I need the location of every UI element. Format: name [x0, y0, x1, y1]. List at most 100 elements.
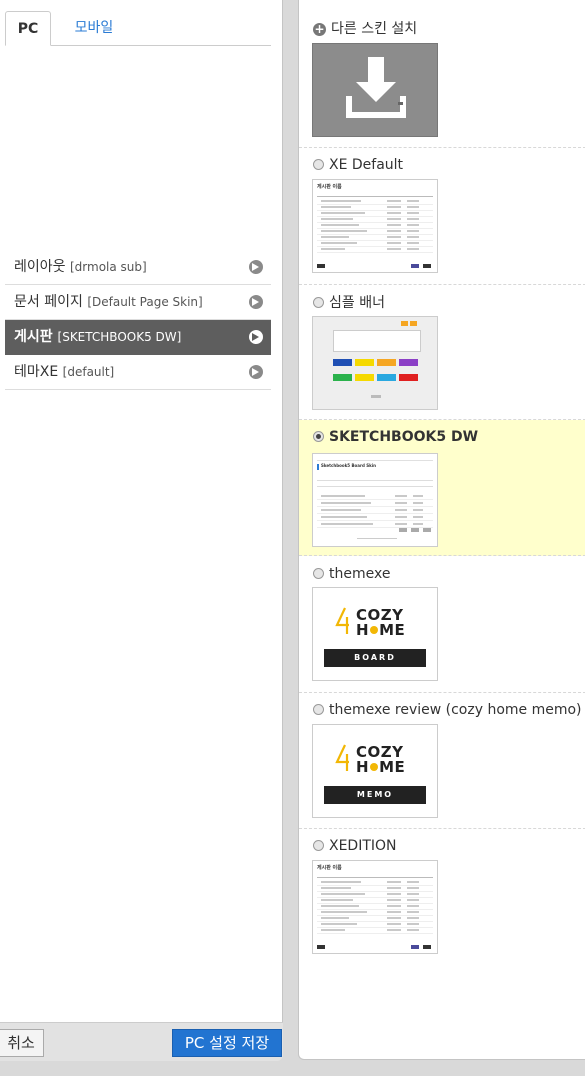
thumb-button [411, 528, 419, 532]
radio-button[interactable] [313, 159, 324, 170]
skin-option-xe-default[interactable]: XE Default 게시판 이름 [299, 148, 585, 285]
cozy-logo-icon [335, 607, 349, 634]
download-tray [346, 96, 406, 118]
radio-button[interactable] [313, 704, 324, 715]
skin-thumbnail[interactable]: COZY H ME BOARD [312, 587, 438, 681]
skin-thumbnail[interactable]: COZY H ME MEMO [312, 724, 438, 818]
menu-item-skin: [default] [62, 365, 115, 379]
thumb-cell [355, 374, 374, 381]
install-skin-link[interactable]: + 다른 스킨 설치 [313, 18, 417, 38]
tab-pc[interactable]: PC [5, 11, 51, 46]
cozy-bar: MEMO [324, 786, 426, 804]
skin-option-label-wrap[interactable]: XE Default [313, 157, 403, 173]
thumb-button [411, 945, 419, 949]
menu-item-themexe[interactable]: 테마XE [default] [5, 355, 271, 390]
cancel-button[interactable]: 취소 [0, 1029, 44, 1057]
skin-option-label-wrap[interactable]: 심플 배너 [313, 292, 385, 312]
radio-button[interactable] [313, 568, 324, 579]
arrow-right-icon [249, 295, 263, 309]
install-skin-row: + 다른 스킨 설치 [299, 0, 585, 148]
skin-category-panel: PC 모바일 레이아웃 [drmola sub] 문서 페이지 [Default… [0, 0, 283, 1061]
radio-button[interactable] [313, 297, 324, 308]
skin-option-sketchbook5[interactable]: SKETCHBOOK5 DW Sketchbook5 Board Skin [299, 420, 585, 556]
save-pc-settings-button[interactable]: PC 설정 저장 [172, 1029, 282, 1057]
thumb-row [317, 501, 433, 507]
thumb-cell [377, 374, 396, 381]
menu-item-label: 테마XE [14, 364, 59, 380]
cozy-logo-bottom: H ME [356, 760, 405, 775]
thumb-box [333, 330, 421, 352]
skin-option-themexe[interactable]: themexe COZY H ME BOARD [299, 556, 585, 693]
cozy-logo-dot [370, 626, 379, 634]
thumb-cell [333, 359, 352, 366]
thumb-line [317, 480, 433, 481]
radio-button-checked[interactable] [313, 431, 324, 442]
skin-name: 심플 배너 [329, 295, 385, 311]
thumb-button [317, 945, 325, 949]
skin-name: themexe review (cozy home memo) [329, 702, 582, 718]
download-tray-dot [398, 102, 403, 105]
thumb-line [317, 460, 433, 461]
skin-option-label-wrap[interactable]: XEDITION [313, 838, 397, 854]
cozy-logo-h: H [356, 758, 370, 776]
thumb-button [411, 264, 419, 268]
skin-name: SKETCHBOOK5 DW [329, 429, 479, 445]
device-tabs: PC 모바일 [5, 11, 271, 46]
menu-item-layout[interactable]: 레이아웃 [drmola sub] [5, 250, 271, 285]
panel-footer: 취소 PC 설정 저장 [0, 1022, 283, 1061]
skin-option-xedition[interactable]: XEDITION 게시판 이름 [299, 829, 585, 1059]
skin-list-panel: + 다른 스킨 설치 XE Default 게시판 이름 심플 배너 SKETC… [298, 0, 585, 1060]
thumb-board-title: 게시판 이름 [317, 865, 342, 871]
cozy-logo-icon [335, 744, 349, 771]
cozy-logo-bottom: H ME [356, 623, 405, 638]
thumb-line [317, 877, 433, 878]
menu-item-label: 문서 페이지 [14, 294, 83, 310]
install-skin-label: 다른 스킨 설치 [331, 21, 418, 37]
skin-thumbnail[interactable]: Sketchbook5 Board Skin [312, 453, 438, 547]
download-thumbnail[interactable] [312, 43, 438, 137]
thumb-cell [399, 359, 418, 366]
thumb-cell [377, 359, 396, 366]
skin-thumbnail[interactable]: 게시판 이름 [312, 860, 438, 954]
thumb-button [399, 528, 407, 532]
skin-option-simple-banner[interactable]: 심플 배너 [299, 285, 585, 420]
menu-item-label: 레이아웃 [14, 259, 66, 275]
thumb-row [317, 515, 433, 521]
cozy-logo-h: H [356, 621, 370, 639]
cozy-logo-dot [370, 763, 379, 771]
thumb-line [317, 196, 433, 197]
skin-name: XE Default [329, 157, 404, 173]
menu-item-skin: [Default Page Skin] [87, 295, 203, 309]
skin-thumbnail[interactable] [312, 316, 438, 410]
radio-button[interactable] [313, 840, 324, 851]
thumb-cell [333, 374, 352, 381]
skin-option-label-wrap[interactable]: themexe review (cozy home memo) [313, 702, 582, 718]
thumb-row [317, 928, 433, 934]
thumb-tag [410, 321, 417, 326]
module-menu: 레이아웃 [drmola sub] 문서 페이지 [Default Page S… [5, 250, 271, 390]
menu-item-page[interactable]: 문서 페이지 [Default Page Skin] [5, 285, 271, 320]
thumb-board-title: 게시판 이름 [317, 184, 342, 190]
cozy-bar: BOARD [324, 649, 426, 667]
thumb-line [317, 486, 433, 487]
thumb-cell [355, 359, 374, 366]
thumb-button [423, 945, 431, 949]
thumb-button [423, 528, 431, 532]
skin-option-label-wrap[interactable]: SKETCHBOOK5 DW [313, 429, 478, 445]
skin-thumbnail[interactable]: 게시판 이름 [312, 179, 438, 273]
thumb-row [317, 494, 433, 500]
skin-option-label-wrap[interactable]: themexe [313, 566, 390, 582]
menu-item-skin: [SKETCHBOOK5 DW] [57, 330, 182, 344]
thumb-button [317, 264, 325, 268]
download-arrow-icon [368, 57, 384, 83]
thumb-row [317, 508, 433, 514]
menu-item-board[interactable]: 게시판 [SKETCHBOOK5 DW] [5, 320, 271, 355]
skin-name: XEDITION [329, 838, 397, 854]
tab-mobile[interactable]: 모바일 [59, 11, 129, 45]
menu-item-label: 게시판 [14, 329, 53, 345]
skin-option-themexe-review[interactable]: themexe review (cozy home memo) COZY H ME… [299, 693, 585, 829]
thumb-row [317, 247, 433, 253]
thumb-pager [371, 395, 381, 398]
arrow-right-icon [249, 330, 263, 344]
cozy-logo-me: ME [379, 621, 406, 639]
